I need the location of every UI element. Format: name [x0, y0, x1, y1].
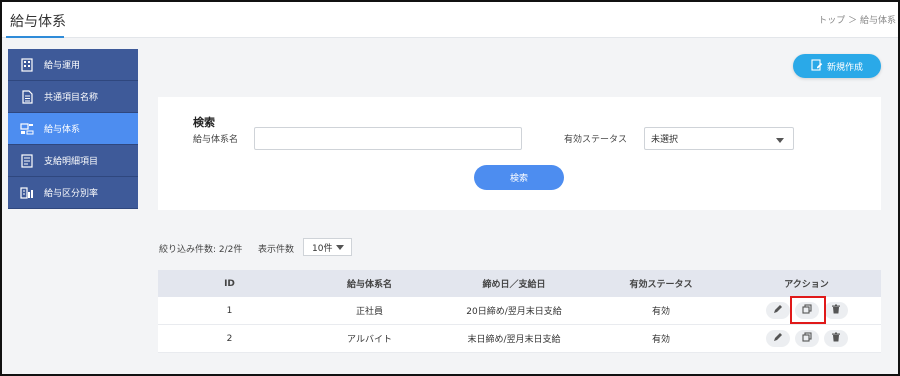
name-input[interactable]	[254, 127, 522, 150]
header-name: 給与体系名	[346, 280, 392, 290]
edit-button[interactable]	[765, 330, 790, 347]
new-create-button[interactable]: 新規作成	[793, 54, 881, 78]
delete-button[interactable]	[823, 330, 848, 347]
app-window: 給与体系 トップ ＞ 給与体系 給与運用 共通項目名称 給与体系 支給明細項目 …	[0, 0, 900, 376]
cell-status: 有効	[651, 307, 670, 317]
header-status: 有効ステータス	[629, 280, 693, 290]
sidebar-item-salary-ratio[interactable]: 給与区分別率	[8, 177, 138, 209]
status-label: 有効ステータス	[564, 135, 628, 145]
delete-button[interactable]	[823, 302, 848, 319]
new-create-label: 新規作成	[826, 62, 863, 73]
sidebar-item-label: 支給明細項目	[44, 157, 99, 167]
title-underline	[6, 36, 64, 38]
sidebar-item-salary-structure[interactable]: 給与体系	[8, 113, 138, 145]
structure-icon	[18, 120, 36, 138]
document-icon	[18, 88, 36, 106]
table-row: 2 アルバイト 末日締め/翌月末日支給 有効	[158, 325, 881, 353]
pencil-icon	[773, 304, 783, 317]
display-count-value: 10件	[312, 243, 333, 254]
status-select[interactable]: 未選択	[644, 127, 794, 150]
search-title: 検索	[193, 116, 215, 129]
edit-document-icon	[811, 58, 823, 74]
search-panel: 検索 給与体系名 有効ステータス 未選択 検索	[158, 97, 881, 210]
sidebar-item-label: 給与体系	[44, 125, 81, 135]
chevron-down-icon	[776, 138, 784, 143]
cell-id: 2	[226, 333, 233, 344]
copy-icon	[801, 332, 812, 345]
cell-status: 有効	[651, 335, 670, 345]
table-header: ID 給与体系名 締め日／支給日 有効ステータス アクション	[158, 270, 881, 297]
header-actions: アクション	[784, 280, 829, 290]
sidebar-item-label: 共通項目名称	[44, 93, 99, 103]
filter-count: 絞り込み件数: 2/2件	[159, 245, 243, 255]
building-icon	[18, 56, 36, 74]
search-button[interactable]: 検索	[474, 165, 564, 190]
sidebar-item-payslip-items[interactable]: 支給明細項目	[8, 145, 138, 177]
edit-button[interactable]	[765, 302, 790, 319]
cell-id: 1	[226, 305, 233, 316]
list-icon	[18, 152, 36, 170]
header-dates: 締め日／支給日	[482, 280, 546, 290]
status-select-value: 未選択	[651, 135, 679, 145]
sidebar: 給与運用 共通項目名称 給与体系 支給明細項目 給与区分別率	[8, 49, 138, 209]
cell-name: アルバイト	[347, 335, 392, 345]
page-title: 給与体系	[10, 14, 66, 30]
pencil-icon	[773, 332, 783, 345]
display-count-label: 表示件数	[258, 245, 295, 255]
ratio-icon	[18, 184, 36, 202]
header-id: ID	[224, 278, 235, 289]
cell-dates: 20日締め/翌月末日支給	[466, 307, 562, 317]
cell-name: 正社員	[355, 307, 383, 317]
sidebar-item-label: 給与運用	[44, 61, 81, 71]
row-actions	[732, 330, 881, 347]
table-row: 1 正社員 20日締め/翌月末日支給 有効	[158, 297, 881, 325]
top-bar: 給与体系 トップ ＞ 給与体系	[2, 2, 898, 38]
sidebar-item-salary-operation[interactable]: 給与運用	[8, 49, 138, 81]
copy-button[interactable]	[794, 330, 819, 347]
display-count-select[interactable]: 10件	[303, 238, 352, 256]
copy-button-highlight	[790, 296, 826, 324]
name-label: 給与体系名	[193, 135, 239, 145]
sidebar-item-label: 給与区分別率	[44, 189, 99, 199]
trash-icon	[831, 304, 841, 317]
cell-dates: 末日締め/翌月末日支給	[467, 335, 561, 345]
sidebar-item-common-names[interactable]: 共通項目名称	[8, 81, 138, 113]
trash-icon	[831, 332, 841, 345]
breadcrumb[interactable]: トップ ＞ 給与体系	[818, 13, 896, 26]
results-table: ID 給与体系名 締め日／支給日 有効ステータス アクション 1 正社員 20日…	[158, 270, 881, 353]
chevron-down-icon	[336, 245, 344, 250]
